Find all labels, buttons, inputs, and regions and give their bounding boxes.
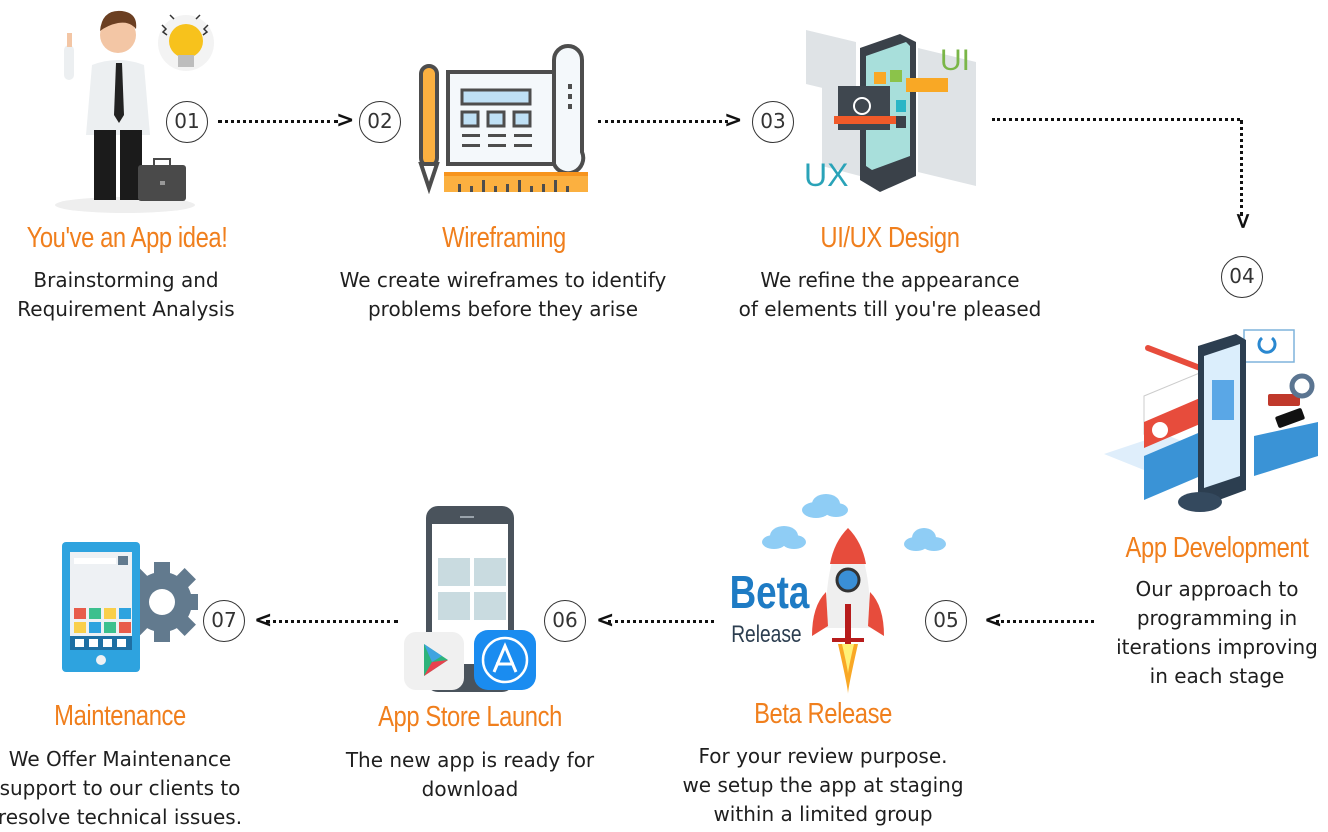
release-word: Release	[731, 620, 801, 648]
ui-ux-phone-icon: UI UX	[800, 26, 990, 196]
step-desc-07-line1: We Offer Maintenance	[8, 747, 232, 771]
arrow-right-icon: >	[336, 108, 355, 133]
step-desc-06-line1: The new app is ready for	[345, 748, 595, 772]
step-desc-05-line3: within a limited group	[713, 802, 933, 826]
step-title-03: UI/UX Design	[820, 222, 960, 254]
step-desc-03-line1: We refine the appearance	[760, 268, 1020, 292]
connector-03-04-vertical	[1240, 120, 1243, 216]
connector-03-04-horizontal	[992, 118, 1240, 121]
step-number-03: 03	[752, 101, 794, 143]
step-desc-04-line4: in each stage	[1149, 664, 1285, 688]
wireframe-blueprint-icon	[418, 44, 590, 194]
step-desc-04-line2: programming in	[1136, 606, 1298, 630]
app-development-isometric-icon	[1104, 326, 1328, 518]
step-title-02: Wireframing	[442, 222, 566, 254]
connector-02-03	[598, 120, 728, 123]
step-desc-05-line2: we setup the app at staging	[682, 773, 964, 797]
step-title-04: App Development	[1125, 532, 1309, 564]
step-desc-01-line1: Brainstorming and	[33, 268, 219, 292]
step-number-06: 06	[544, 600, 586, 642]
step-number-07: 07	[203, 600, 245, 642]
connector-05-06	[608, 620, 714, 623]
step-desc-02-line1: We create wireframes to identify	[339, 268, 667, 292]
connector-01-02	[218, 120, 338, 123]
step-title-06: App Store Launch	[378, 701, 562, 733]
step-desc-01-line2: Requirement Analysis	[17, 297, 235, 321]
step-desc-07-line2: support to our clients to	[0, 776, 241, 800]
step-desc-04-line3: iterations improving	[1116, 635, 1318, 659]
step-title-01: You've an App idea!	[26, 222, 228, 254]
rocket-icon: Beta Release	[728, 488, 954, 698]
step-number-02: 02	[359, 101, 401, 143]
step-desc-06-line2: download	[421, 777, 519, 801]
step-number-04: 04	[1221, 256, 1263, 298]
step-title-07: Maintenance	[54, 700, 186, 732]
arrow-right-icon: >	[724, 108, 743, 133]
tablet-gear-icon	[62, 540, 198, 674]
connector-04-05	[996, 620, 1094, 623]
connector-06-07	[266, 620, 398, 623]
arrow-down-icon: >	[1230, 211, 1256, 231]
ui-label: UI	[940, 44, 970, 77]
step-number-01: 01	[166, 101, 208, 143]
step-desc-05-line1: For your review purpose.	[698, 744, 948, 768]
ux-label: UX	[804, 157, 848, 193]
step-desc-02-line2: problems before they arise	[367, 297, 639, 321]
step-title-05: Beta Release	[754, 698, 892, 730]
step-desc-03-line2: of elements till you're pleased	[738, 297, 1042, 321]
step-desc-07-line3: resolve technical issues.	[0, 805, 243, 829]
beta-word: Beta	[730, 566, 810, 618]
app-store-phone-icon	[402, 504, 538, 694]
step-desc-04-line1: Our approach to	[1135, 577, 1299, 601]
